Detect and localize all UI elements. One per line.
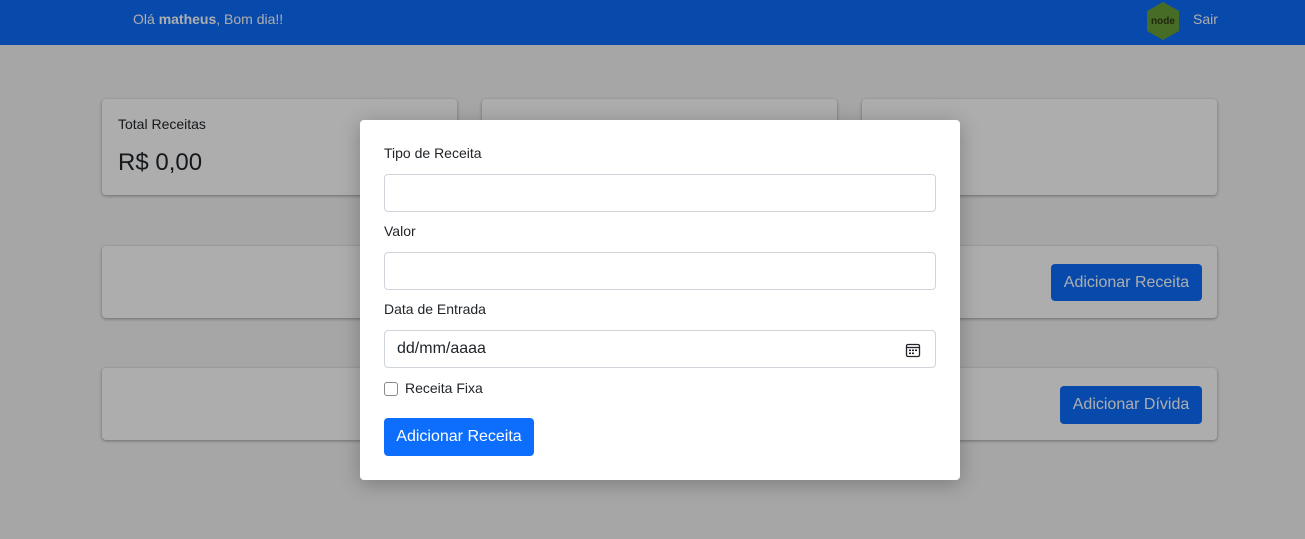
entry-date-input[interactable]: dd/mm/aaaa bbox=[384, 330, 936, 368]
entry-date-placeholder: dd/mm/aaaa bbox=[397, 340, 486, 357]
submit-income-button[interactable]: Adicionar Receita bbox=[384, 418, 534, 456]
calendar-icon[interactable] bbox=[905, 342, 921, 358]
income-type-input[interactable] bbox=[384, 174, 936, 212]
fixed-income-label[interactable]: Receita Fixa bbox=[405, 380, 483, 396]
amount-input[interactable] bbox=[384, 252, 936, 290]
page: Olá matheus, Bom dia!! node Sair Total R… bbox=[0, 0, 1305, 539]
entry-date-label: Data de Entrada bbox=[384, 301, 486, 317]
income-type-label: Tipo de Receita bbox=[384, 145, 482, 161]
add-income-modal: Tipo de Receita Valor Data de Entrada dd… bbox=[360, 120, 960, 480]
amount-label: Valor bbox=[384, 223, 416, 239]
fixed-income-checkbox[interactable] bbox=[384, 382, 398, 396]
